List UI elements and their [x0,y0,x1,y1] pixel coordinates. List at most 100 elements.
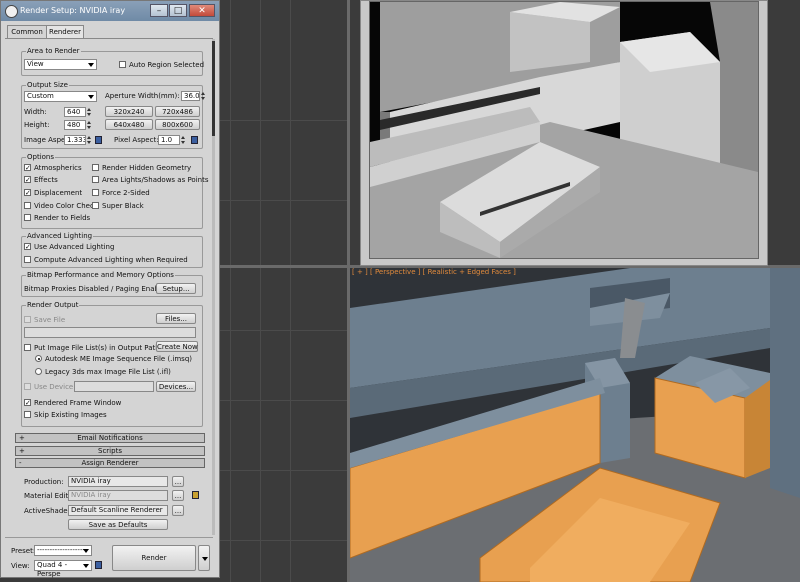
view-dropdown[interactable]: Quad 4 - Perspe [34,560,92,578]
aperture-input[interactable]: 36.0 [181,91,200,101]
area-lights-label: Area Lights/Shadows as Points [102,176,209,184]
aperture-label: Aperture Width(mm): [105,92,180,100]
atmospherics-checkbox[interactable]: ✓ [24,164,31,172]
image-aspect-input[interactable]: 1.333 [64,135,86,145]
render-to-fields-checkbox[interactable] [24,214,31,221]
rendered-frame-window[interactable] [360,0,768,266]
height-input[interactable]: 480 [64,120,86,130]
dialog-title: Render Setup: NVIDIA iray [20,6,126,15]
rollout-sign: - [19,459,22,467]
pixel-aspect-input[interactable]: 1.0 [158,135,180,145]
render-options-button[interactable] [198,545,210,571]
preset-720x486-button[interactable]: 720x486 [155,106,200,117]
preset-320x240-button[interactable]: 320x240 [105,106,153,117]
activeshade-choose-button[interactable]: ... [172,505,184,516]
output-preset-dropdown[interactable]: Custom [24,91,97,102]
grid-line [260,0,261,582]
force-2-sided-checkbox[interactable] [92,189,99,196]
chevron-down-icon [88,95,94,99]
rollout-scripts[interactable]: + Scripts [15,446,205,456]
devices-button[interactable]: Devices... [156,381,196,392]
production-label: Production: [24,478,64,486]
maximize-button[interactable]: □ [169,4,187,17]
save-as-defaults-button[interactable]: Save as Defaults [68,519,168,530]
dialog-titlebar[interactable]: Render Setup: NVIDIA iray – □ ✕ [1,1,219,21]
activeshade-label: ActiveShade: [24,507,70,515]
autodesk-imsq-label: Autodesk ME Image Sequence File (.imsq) [45,355,192,363]
view-label: View: [11,562,30,570]
material-editor-choose-button[interactable]: ... [172,490,184,501]
rollout-sign: + [19,434,25,442]
activeshade-renderer-field: Default Scanline Renderer [68,505,168,516]
rollout-assign-renderer[interactable]: - Assign Renderer [15,458,205,468]
chevron-down-icon [83,549,89,553]
app-icon [5,5,18,18]
super-black-checkbox[interactable] [92,202,99,209]
video-color-check-label: Video Color Check [34,202,98,210]
perspective-viewport[interactable] [350,268,800,582]
spinner-icon[interactable] [87,107,92,117]
use-advanced-lighting-label: Use Advanced Lighting [34,243,115,251]
render-setup-dialog: Render Setup: NVIDIA iray – □ ✕ Common R… [0,0,220,578]
output-path-field[interactable] [24,327,196,338]
displacement-checkbox[interactable]: ✓ [24,189,31,197]
minimize-button[interactable]: – [150,4,168,17]
rendered-frame-window-checkbox[interactable]: ✓ [24,399,31,407]
area-to-render-dropdown[interactable]: View [24,59,97,70]
preset-800x600-button[interactable]: 800x600 [155,119,200,130]
use-device-checkbox[interactable] [24,383,31,390]
spinner-icon[interactable] [87,135,92,145]
area-lights-checkbox[interactable] [92,176,99,183]
group-title: Options [26,153,56,161]
scrollbar-thumb[interactable] [212,41,215,136]
rendered-frame-window-label: Rendered Frame Window [34,399,122,407]
group-title: Output Size [26,81,69,89]
setup-button[interactable]: Setup... [156,283,196,294]
dropdown-value: -------------------- [37,546,88,554]
effects-checkbox[interactable]: ✓ [24,176,31,184]
production-renderer-field: NVIDIA iray [68,476,168,487]
spinner-icon[interactable] [87,120,92,130]
preset-dropdown[interactable]: -------------------- [34,545,92,556]
preset-640x480-button[interactable]: 640x480 [105,119,153,130]
rollout-label: Email Notifications [77,434,143,442]
lock-icon[interactable] [95,136,102,144]
render-button[interactable]: Render [112,545,196,571]
legacy-ifl-radio[interactable] [35,368,42,375]
files-button[interactable]: Files... [156,313,196,324]
autodesk-imsq-radio[interactable] [35,355,42,362]
viewport-label[interactable]: [ + ] [ Perspective ] [ Realistic + Edge… [352,268,516,276]
video-color-check-checkbox[interactable] [24,202,31,209]
width-input[interactable]: 640 [64,107,86,117]
device-field[interactable] [74,381,154,392]
compute-advanced-lighting-label: Compute Advanced Lighting when Required [34,256,188,264]
save-file-checkbox[interactable] [24,316,31,323]
lock-icon[interactable] [95,561,102,569]
dropdown-value: Custom [27,92,54,100]
lock-icon[interactable] [191,136,198,144]
compute-advanced-lighting-checkbox[interactable] [24,256,31,263]
group-title: Bitmap Performance and Memory Options [26,271,175,279]
create-now-button[interactable]: Create Now [156,341,198,352]
divider [5,537,213,538]
tab-renderer[interactable]: Renderer [46,25,84,39]
rollout-label: Scripts [98,447,122,455]
close-button[interactable]: ✕ [189,4,215,17]
rollout-sign: + [19,447,25,455]
render-hidden-geometry-checkbox[interactable] [92,164,99,171]
spinner-icon[interactable] [201,91,206,101]
rollout-email-notifications[interactable]: + Email Notifications [15,433,205,443]
render-to-fields-label: Render to Fields [34,214,91,222]
tab-common[interactable]: Common [7,25,47,39]
dropdown-value: View [27,60,44,68]
grid-line [230,0,231,582]
render-preview-image [369,1,759,259]
auto-region-checkbox[interactable] [119,61,126,68]
use-advanced-lighting-checkbox[interactable]: ✓ [24,243,31,251]
production-choose-button[interactable]: ... [172,476,184,487]
spinner-icon[interactable] [181,135,186,145]
lock-icon[interactable] [192,491,199,499]
put-image-file-list-checkbox[interactable] [24,344,31,351]
skip-existing-images-checkbox[interactable] [24,411,31,418]
group-title: Area to Render [26,47,81,55]
